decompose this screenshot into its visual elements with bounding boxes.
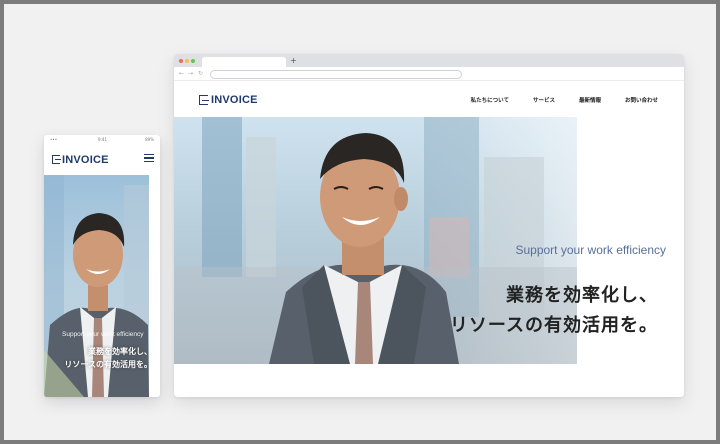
hero-tagline-jp-line1: 業務を効率化し、: [506, 285, 658, 306]
close-window-icon[interactable]: [179, 59, 183, 63]
status-time: 9:41: [98, 137, 107, 142]
main-nav: 私たちについて サービス 最新情報 お問い合わせ: [471, 96, 658, 104]
logo-mark-icon: [199, 95, 209, 105]
phone-status-bar: ••• 9:41 89%: [44, 135, 160, 144]
nav-item-contact[interactable]: お問い合わせ: [625, 96, 658, 104]
browser-tab-strip: +: [174, 54, 684, 67]
browser-tab[interactable]: [202, 57, 286, 67]
mobile-hero-tagline-en: Support your work efficiency: [62, 331, 144, 338]
hero-tagline-jp-line2: リソースの有効活用を。: [449, 315, 658, 336]
logo-mark-icon: [52, 155, 61, 164]
nav-item-news[interactable]: 最新情報: [579, 96, 601, 104]
browser-nav-bar: ← → ↻: [174, 67, 684, 81]
mobile-hero-tagline-jp-line1: 業務を効率化し、: [88, 347, 152, 356]
logo-text: INVOICE: [211, 94, 258, 106]
reload-icon[interactable]: ↻: [198, 69, 203, 79]
website-page: INVOICE 私たちについて サービス 最新情報 お問い合わせ Support…: [174, 82, 684, 397]
address-bar[interactable]: [210, 70, 462, 79]
battery-indicator: 89%: [145, 137, 154, 142]
chevron-left-icon[interactable]: ←: [179, 69, 184, 79]
nav-item-service[interactable]: サービス: [533, 96, 555, 104]
signal-indicator: •••: [50, 137, 58, 142]
hamburger-menu-icon[interactable]: [144, 153, 154, 163]
hero-tagline-en: Support your work efficiency: [515, 243, 666, 257]
mobile-site-logo[interactable]: INVOICE: [52, 153, 109, 166]
maximize-window-icon[interactable]: [191, 59, 195, 63]
logo-text: INVOICE: [62, 153, 109, 166]
minimize-window-icon[interactable]: [185, 59, 189, 63]
desktop-browser-mockup: + ← → ↻ INVOICE 私たちについて サービス 最新情報 お問い合わせ: [174, 54, 684, 397]
new-tab-button[interactable]: +: [290, 54, 297, 67]
mobile-phone-mockup: ••• 9:41 89% INVOICE Support your work e…: [44, 135, 160, 397]
mockup-canvas: + ← → ↻ INVOICE 私たちについて サービス 最新情報 お問い合わせ: [4, 4, 716, 440]
chevron-right-icon[interactable]: →: [188, 69, 193, 79]
mobile-hero-tagline-jp-line2: リソースの有効活用を。: [64, 360, 152, 369]
site-logo[interactable]: INVOICE: [199, 94, 258, 106]
nav-item-about[interactable]: 私たちについて: [471, 96, 509, 104]
